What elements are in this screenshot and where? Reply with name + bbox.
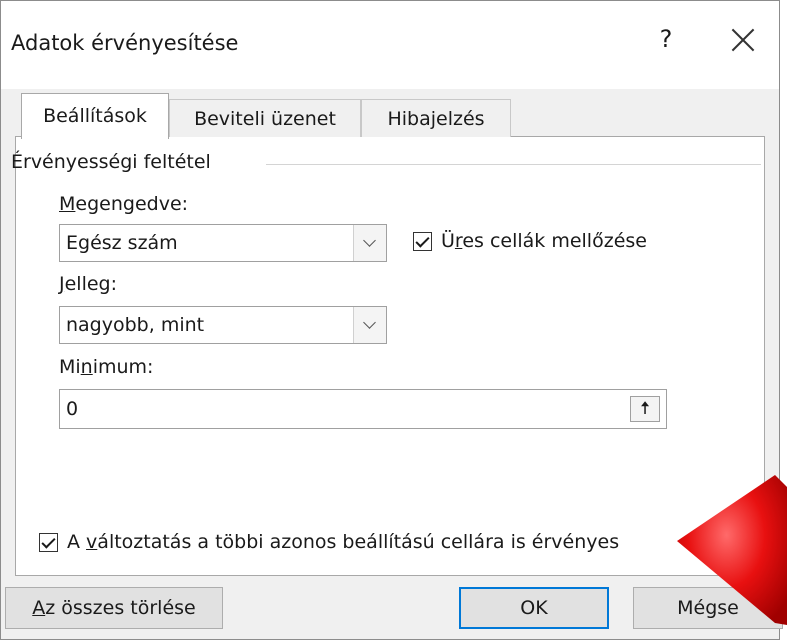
tab-error-alert[interactable]: Hibajelzés xyxy=(361,99,511,137)
allow-value: Egész szám xyxy=(66,232,178,254)
tab-input-message[interactable]: Beviteli üzenet xyxy=(169,99,361,137)
minimum-value: 0 xyxy=(66,398,79,420)
data-value: nagyobb, mint xyxy=(66,314,205,336)
chevron-down-icon[interactable] xyxy=(353,307,386,343)
apply-all-checkbox[interactable] xyxy=(39,533,58,552)
ignore-blank-checkbox[interactable] xyxy=(413,232,432,251)
minimum-label: Minimum: xyxy=(59,356,154,378)
dialog-title: Adatok érvényesítése xyxy=(11,31,239,55)
ok-button[interactable]: OK xyxy=(459,587,609,629)
ignore-blank-label[interactable]: Üres cellák mellőzése xyxy=(441,230,647,252)
group-divider xyxy=(266,164,761,165)
minimum-input[interactable]: 0 🠅 xyxy=(59,389,667,429)
title-bar: Adatok érvényesítése ? xyxy=(1,1,779,89)
data-validation-dialog: Adatok érvényesítése ? Beállítások Bevit… xyxy=(0,0,783,640)
red-arrow-pointer-icon xyxy=(677,475,787,625)
allow-label: Megengedve: xyxy=(59,193,189,215)
collapse-dialog-icon[interactable]: 🠅 xyxy=(630,396,660,422)
apply-all-label[interactable]: A változtatás a többi azonos beállítású … xyxy=(67,531,619,553)
chevron-down-icon[interactable] xyxy=(353,225,386,261)
data-label: Jelleg: xyxy=(59,273,118,295)
allow-combobox[interactable]: Egész szám xyxy=(59,224,387,262)
help-button[interactable]: ? xyxy=(651,25,681,53)
validation-criteria-label: Érvényességi feltétel xyxy=(11,151,211,173)
data-combobox[interactable]: nagyobb, mint xyxy=(59,306,387,344)
tab-settings[interactable]: Beállítások xyxy=(21,93,169,139)
clear-all-button[interactable]: Az összes törlése xyxy=(5,587,223,629)
close-icon[interactable] xyxy=(726,23,760,57)
